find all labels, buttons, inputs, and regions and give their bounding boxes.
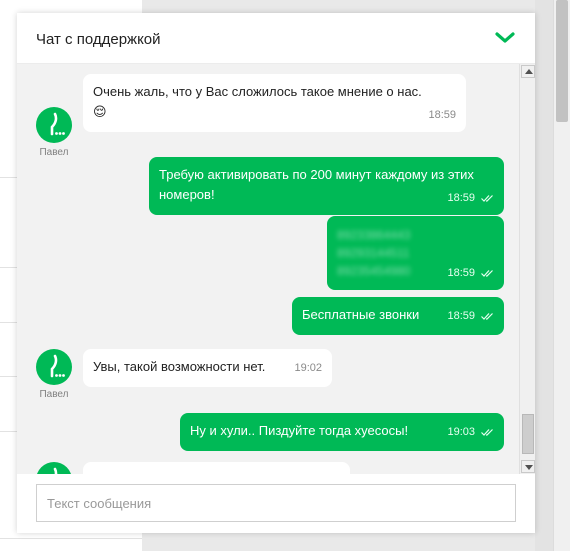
page-scrollbar-thumb[interactable] xyxy=(556,0,568,122)
message-bubble-agent: Увы, такой возможности нет. 19:02 xyxy=(83,349,332,387)
double-check-icon xyxy=(481,312,493,320)
megafon-logo-icon xyxy=(53,467,58,474)
double-check-icon xyxy=(481,428,493,436)
blurred-phone-number: 89293144511 xyxy=(337,246,410,260)
blurred-phone-number: 89233864443 xyxy=(337,228,411,242)
message-time: 18:59 xyxy=(428,109,456,121)
message-bubble-agent-partial xyxy=(83,462,350,474)
message-time: 18:59 xyxy=(447,192,475,204)
message-meta: 18:59 xyxy=(447,188,494,208)
page-scrollbar[interactable] xyxy=(553,0,570,551)
messages-scrollbar-thumb[interactable] xyxy=(522,414,534,454)
chevron-down-icon xyxy=(495,32,515,43)
message-meta: 18:59 xyxy=(447,263,494,283)
message-meta: 19:03 xyxy=(447,422,494,442)
message-time: 19:03 xyxy=(447,426,475,438)
message-text: Очень жаль, что у Вас сложилось такое мн… xyxy=(93,84,422,99)
megafon-logo-icon xyxy=(50,354,65,378)
support-chat-window: Чат с поддержкой Павел Очень жаль, что у… xyxy=(17,13,535,533)
agent-name: Павел xyxy=(39,389,69,400)
chat-header: Чат с поддержкой xyxy=(17,13,535,64)
message-text: Ну и хули.. Пиздуйте тогда хуесосы! xyxy=(190,423,409,438)
agent-name: Павел xyxy=(39,147,69,158)
messages-scrollbar[interactable] xyxy=(519,64,535,474)
agent-avatar xyxy=(36,107,72,143)
collapse-chat-button[interactable] xyxy=(493,27,517,49)
message-meta: 19:02 xyxy=(294,358,322,378)
megafon-logo-icon xyxy=(50,112,65,136)
message-bubble-agent: Очень жаль, что у Вас сложилось такое мн… xyxy=(83,74,466,132)
relieved-emoji-icon: 😌 xyxy=(93,104,107,119)
message-composer xyxy=(17,474,535,533)
message-meta: 18:59 xyxy=(428,105,456,125)
divider xyxy=(0,538,142,539)
message-text: Увы, такой возможности нет. xyxy=(93,359,266,374)
message-time: 18:59 xyxy=(447,310,475,322)
message-bubble-user: Требую активировать по 200 минут каждому… xyxy=(149,157,504,215)
message-time: 19:02 xyxy=(294,362,322,374)
agent-avatar xyxy=(36,349,72,385)
scroll-up-button[interactable] xyxy=(521,65,535,78)
message-bubble-user: Ну и хули.. Пиздуйте тогда хуесосы! 19:0… xyxy=(180,413,504,451)
chat-title: Чат с поддержкой xyxy=(36,31,161,48)
message-bubble-user-blurred: 89233864443 89293144511 89235454980 18:5… xyxy=(327,216,504,290)
agent-avatar xyxy=(36,462,72,474)
message-list[interactable]: Павел Очень жаль, что у Вас сложилось та… xyxy=(17,64,519,474)
message-bubble-user: Бесплатные звонки 18:59 xyxy=(292,297,504,335)
double-check-icon xyxy=(481,194,493,202)
scroll-down-button[interactable] xyxy=(521,460,535,473)
message-text: Бесплатные звонки xyxy=(302,307,420,322)
message-input[interactable] xyxy=(36,484,516,522)
message-text: Требую активировать по 200 минут каждому… xyxy=(159,167,474,202)
message-meta: 18:59 xyxy=(447,306,494,326)
double-check-icon xyxy=(481,269,493,277)
message-time: 18:59 xyxy=(447,267,475,279)
